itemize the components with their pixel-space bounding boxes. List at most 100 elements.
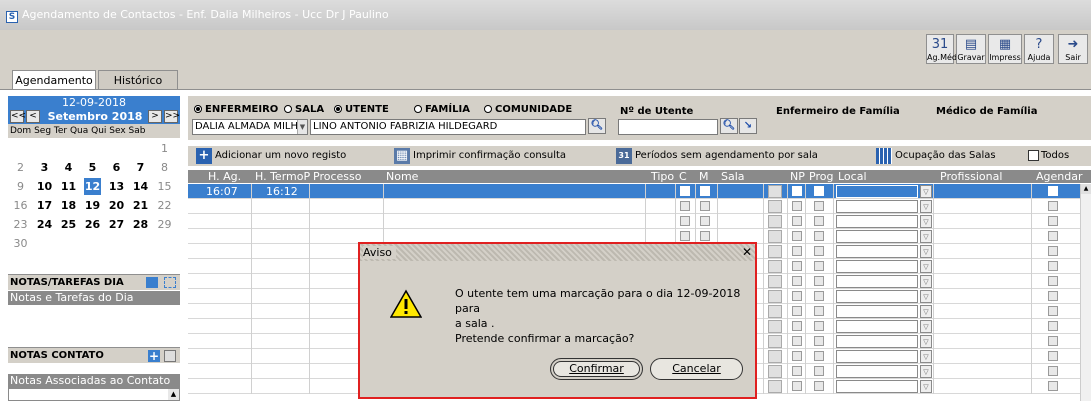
note-icon[interactable] bbox=[768, 290, 782, 303]
search-utente-icon[interactable]: 🔍︎ bbox=[588, 118, 606, 134]
enfermeiro-select[interactable]: DALIA ALMADA MILHEIR... bbox=[192, 119, 308, 135]
col-h-ag[interactable]: H. Ag. bbox=[208, 170, 241, 183]
checkbox-agendar[interactable] bbox=[1048, 321, 1058, 331]
col-c[interactable]: C bbox=[679, 170, 687, 183]
col-profissional[interactable]: Profissional bbox=[940, 170, 1002, 183]
col-processo[interactable]: Processo bbox=[313, 170, 361, 183]
checkbox-np[interactable] bbox=[792, 351, 802, 361]
calendar-day[interactable]: 18 bbox=[60, 197, 77, 214]
checkbox-agendar[interactable] bbox=[1048, 351, 1058, 361]
table-row[interactable]: ▽ bbox=[188, 214, 1080, 229]
checkbox-agendar[interactable] bbox=[1048, 306, 1058, 316]
note-icon[interactable] bbox=[768, 245, 782, 258]
calendar-day[interactable]: 21 bbox=[132, 197, 149, 214]
calendar-day[interactable]: 23 bbox=[12, 216, 29, 233]
local-select[interactable] bbox=[836, 275, 918, 288]
add-record-button[interactable]: + Adicionar um novo registo bbox=[196, 148, 346, 164]
calendar-day[interactable]: 26 bbox=[84, 216, 101, 233]
grid-scrollbar[interactable]: ▲ bbox=[1080, 184, 1091, 401]
checkbox-prog[interactable] bbox=[814, 336, 824, 346]
checkbox-m[interactable] bbox=[700, 201, 710, 211]
calendar-day[interactable]: 27 bbox=[108, 216, 125, 233]
checkbox-agendar[interactable] bbox=[1048, 336, 1058, 346]
checkbox-c[interactable] bbox=[680, 186, 690, 196]
calendar-day[interactable]: 20 bbox=[108, 197, 125, 214]
checkbox-prog[interactable] bbox=[814, 201, 824, 211]
col-np[interactable]: NP bbox=[790, 170, 805, 183]
chevron-down-icon[interactable]: ▽ bbox=[920, 215, 932, 228]
n-utente-field[interactable] bbox=[618, 119, 718, 135]
checkbox-m[interactable] bbox=[700, 216, 710, 226]
calendar-day[interactable]: 4 bbox=[60, 159, 77, 176]
note-icon[interactable] bbox=[768, 275, 782, 288]
calendar-day[interactable]: 1 bbox=[156, 140, 173, 157]
impress-button[interactable]: ▦ Impress bbox=[988, 34, 1022, 64]
calendar-day[interactable]: 28 bbox=[132, 216, 149, 233]
chevron-down-icon[interactable]: ▽ bbox=[920, 185, 932, 198]
col-m[interactable]: M bbox=[699, 170, 709, 183]
chevron-down-icon[interactable]: ▽ bbox=[920, 290, 932, 303]
calendar-day[interactable]: 14 bbox=[132, 178, 149, 195]
checkbox-agendar[interactable] bbox=[1048, 261, 1058, 271]
note-icon[interactable] bbox=[768, 320, 782, 333]
local-select[interactable] bbox=[836, 365, 918, 378]
chevron-down-icon[interactable]: ▽ bbox=[920, 365, 932, 378]
checkbox-agendar[interactable] bbox=[1048, 186, 1058, 196]
search-icon[interactable]: 🔍︎ bbox=[720, 118, 738, 134]
checkbox-prog[interactable] bbox=[814, 246, 824, 256]
local-select[interactable] bbox=[836, 320, 918, 333]
local-select[interactable] bbox=[836, 350, 918, 363]
calendar-day[interactable]: 25 bbox=[60, 216, 77, 233]
checkbox-np[interactable] bbox=[792, 216, 802, 226]
note-icon[interactable] bbox=[768, 215, 782, 228]
local-select[interactable] bbox=[836, 305, 918, 318]
table-row[interactable]: ▽ bbox=[188, 199, 1080, 214]
prev-month-button[interactable]: < bbox=[26, 110, 40, 123]
note-icon[interactable] bbox=[768, 260, 782, 273]
checkbox-np[interactable] bbox=[792, 381, 802, 391]
cell-h-ag[interactable]: 16:07 bbox=[206, 184, 238, 199]
calendar-day[interactable]: 22 bbox=[156, 197, 173, 214]
checkbox-np[interactable] bbox=[792, 276, 802, 286]
rooms-occupation-button[interactable]: Ocupação das Salas bbox=[876, 148, 996, 164]
calendar-day[interactable]: 29 bbox=[156, 216, 173, 233]
chevron-down-icon[interactable]: ▽ bbox=[920, 350, 932, 363]
scroll-up-icon[interactable]: ▲ bbox=[168, 389, 179, 400]
checkbox-m[interactable] bbox=[700, 186, 710, 196]
note-icon[interactable] bbox=[768, 365, 782, 378]
checkbox-prog[interactable] bbox=[814, 366, 824, 376]
checkbox-agendar[interactable] bbox=[1048, 276, 1058, 286]
local-select[interactable] bbox=[836, 200, 918, 213]
scroll-up-icon[interactable]: ▲ bbox=[1081, 184, 1091, 194]
checkbox-np[interactable] bbox=[792, 321, 802, 331]
prev-year-button[interactable]: << bbox=[10, 110, 26, 123]
gravar-button[interactable]: ▤ Gravar bbox=[956, 34, 986, 64]
col-h-termop[interactable]: H. TermoP bbox=[255, 170, 310, 183]
radio-familia[interactable]: FAMÍLIA bbox=[414, 104, 470, 115]
calendar-day[interactable]: 9 bbox=[12, 178, 29, 195]
sair-button[interactable]: ➜ Sair bbox=[1058, 34, 1088, 64]
checkbox-agendar[interactable] bbox=[1048, 216, 1058, 226]
radio-sala[interactable]: SALA bbox=[284, 104, 324, 115]
list-icon[interactable] bbox=[146, 277, 158, 288]
checkbox-prog[interactable] bbox=[814, 291, 824, 301]
cell-h-termop[interactable]: 16:12 bbox=[266, 184, 298, 199]
notas-contato-box[interactable]: ▲ bbox=[8, 388, 180, 401]
todos-checkbox[interactable]: Todos bbox=[1028, 148, 1069, 164]
note-icon[interactable] bbox=[768, 350, 782, 363]
chevron-down-icon[interactable]: ▽ bbox=[920, 380, 932, 393]
checkbox-np[interactable] bbox=[792, 261, 802, 271]
note-icon[interactable] bbox=[768, 380, 782, 393]
local-select[interactable] bbox=[836, 380, 918, 393]
checkbox-c[interactable] bbox=[680, 231, 690, 241]
radio-utente[interactable]: UTENTE bbox=[334, 104, 389, 115]
calendar-day[interactable]: 2 bbox=[12, 159, 29, 176]
calendar-day[interactable]: 15 bbox=[156, 178, 173, 195]
confirmar-button[interactable]: Confirmar bbox=[550, 358, 643, 380]
checkbox-np[interactable] bbox=[792, 366, 802, 376]
note-icon[interactable] bbox=[768, 200, 782, 213]
col-prog[interactable]: Prog bbox=[809, 170, 833, 183]
checkbox-np[interactable] bbox=[792, 231, 802, 241]
periods-button[interactable]: 31 Períodos sem agendamento por sala bbox=[616, 148, 818, 164]
next-month-button[interactable]: > bbox=[148, 110, 162, 123]
